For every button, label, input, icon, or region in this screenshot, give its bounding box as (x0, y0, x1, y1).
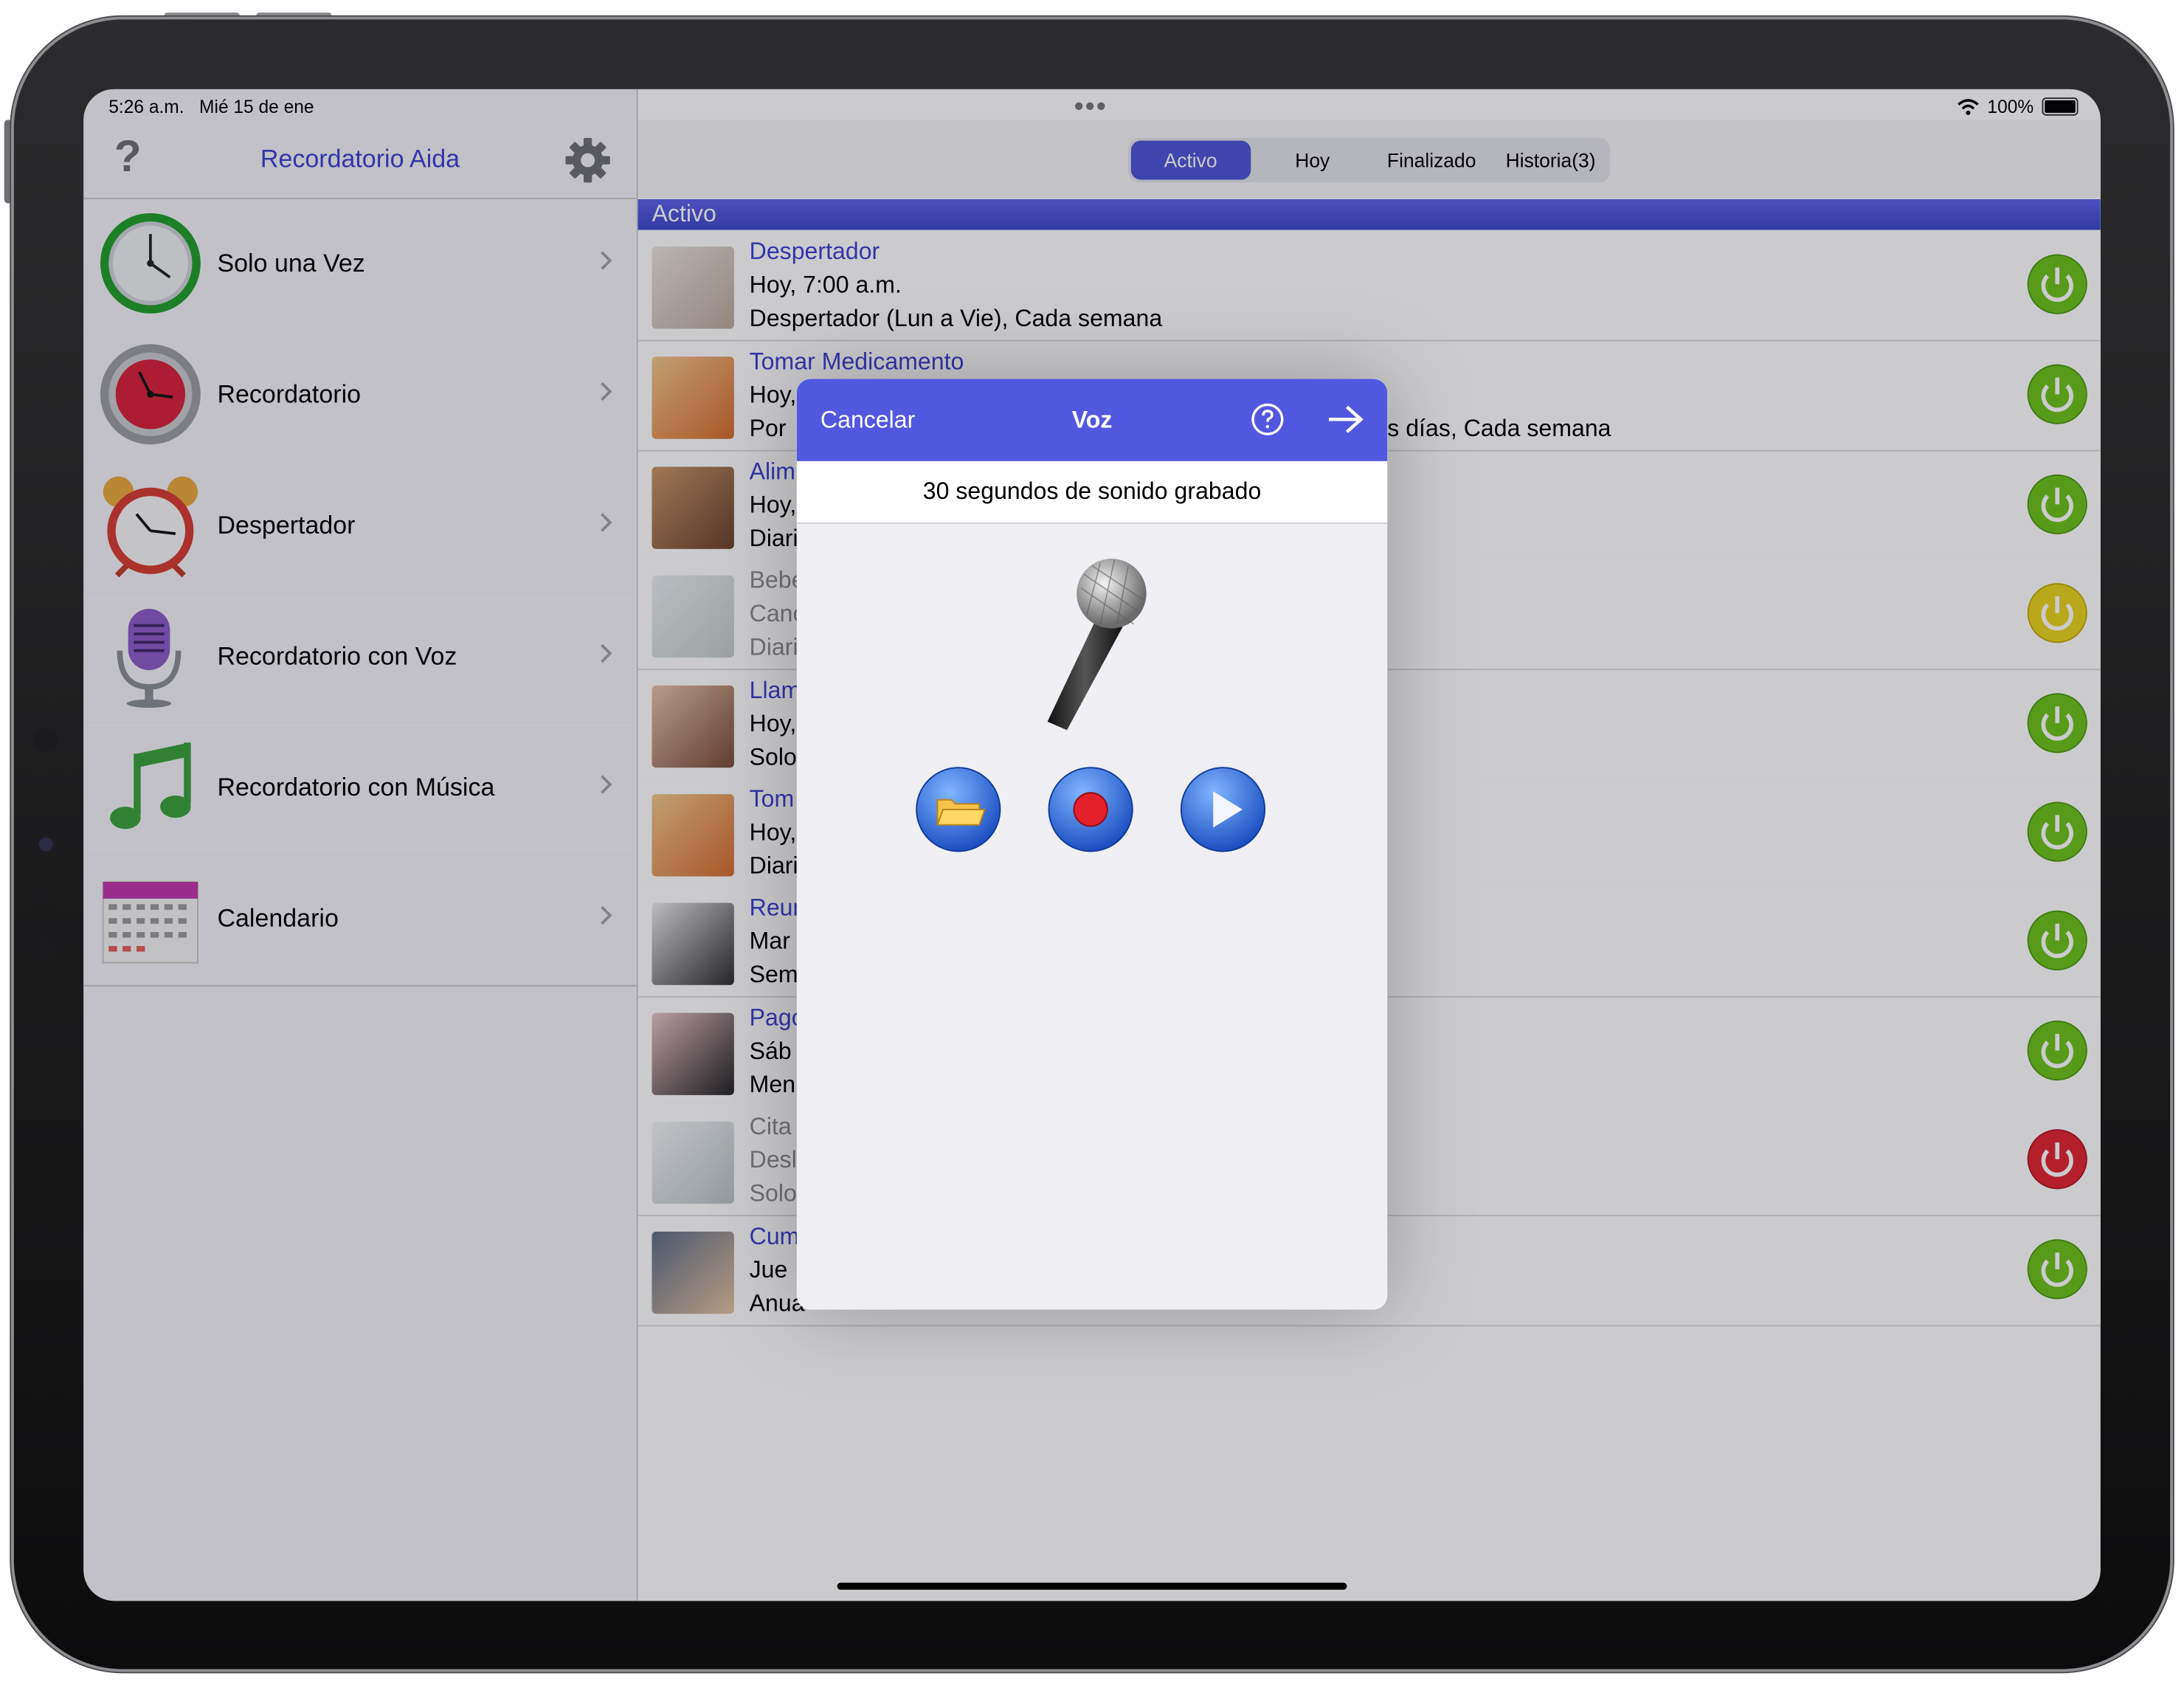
microphone-icon (1047, 559, 1147, 731)
top-button-right (256, 12, 332, 20)
modal-navbar: Cancelar Voz (796, 379, 1388, 461)
side-button (4, 120, 13, 204)
record-icon[interactable] (1048, 766, 1134, 852)
play-icon[interactable] (1180, 766, 1266, 852)
camera-lens (38, 837, 53, 852)
top-button-left (164, 12, 240, 20)
camera-dot (33, 936, 59, 962)
arrow-right-icon[interactable] (1326, 403, 1365, 436)
ipad-screen: 5:26 a.m. Mié 15 de ene ? Recordatorio A… (83, 89, 2101, 1601)
camera-dot (33, 727, 59, 753)
modal-title: Voz (1071, 407, 1113, 434)
folder-icon[interactable] (915, 766, 1001, 852)
home-indicator[interactable] (837, 1582, 1347, 1590)
voice-modal: Cancelar Voz 30 segundos de sonido graba… (796, 379, 1388, 1310)
recording-info: 30 segundos de sonido grabado (796, 461, 1388, 524)
camera-dot (33, 884, 59, 910)
help-circle-icon[interactable] (1251, 403, 1284, 436)
